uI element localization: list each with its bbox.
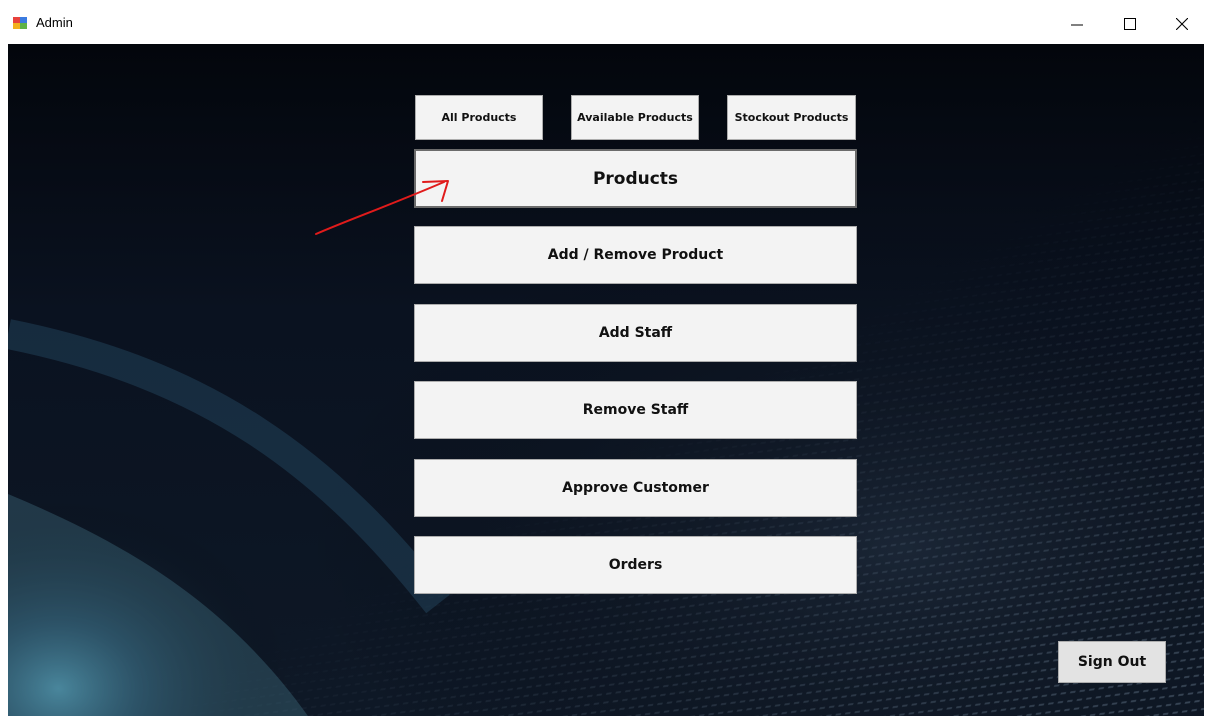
maximize-button[interactable] bbox=[1108, 8, 1152, 40]
available-products-button[interactable]: Available Products bbox=[571, 95, 699, 140]
stockout-products-button[interactable]: Stockout Products bbox=[727, 95, 856, 140]
title-bar[interactable]: Admin bbox=[0, 0, 1209, 44]
sign-out-button[interactable]: Sign Out bbox=[1058, 641, 1166, 683]
app-icon bbox=[13, 17, 27, 29]
minimize-button[interactable] bbox=[1055, 8, 1099, 40]
all-products-button[interactable]: All Products bbox=[415, 95, 543, 140]
orders-button[interactable]: Orders bbox=[414, 536, 857, 594]
close-button[interactable] bbox=[1160, 8, 1204, 40]
client-area: All Products Available Products Stockout… bbox=[8, 44, 1204, 716]
add-staff-button[interactable]: Add Staff bbox=[414, 304, 857, 362]
background-wave-image bbox=[8, 44, 1204, 716]
add-remove-product-button[interactable]: Add / Remove Product bbox=[414, 226, 857, 284]
remove-staff-button[interactable]: Remove Staff bbox=[414, 381, 857, 439]
window-title: Admin bbox=[36, 15, 73, 30]
admin-window: Admin All Products Available Products St… bbox=[0, 0, 1209, 716]
approve-customer-button[interactable]: Approve Customer bbox=[414, 459, 857, 517]
maximize-icon bbox=[1124, 18, 1136, 30]
minimize-icon bbox=[1071, 24, 1083, 26]
close-icon bbox=[1176, 18, 1188, 30]
products-button[interactable]: Products bbox=[414, 149, 857, 208]
